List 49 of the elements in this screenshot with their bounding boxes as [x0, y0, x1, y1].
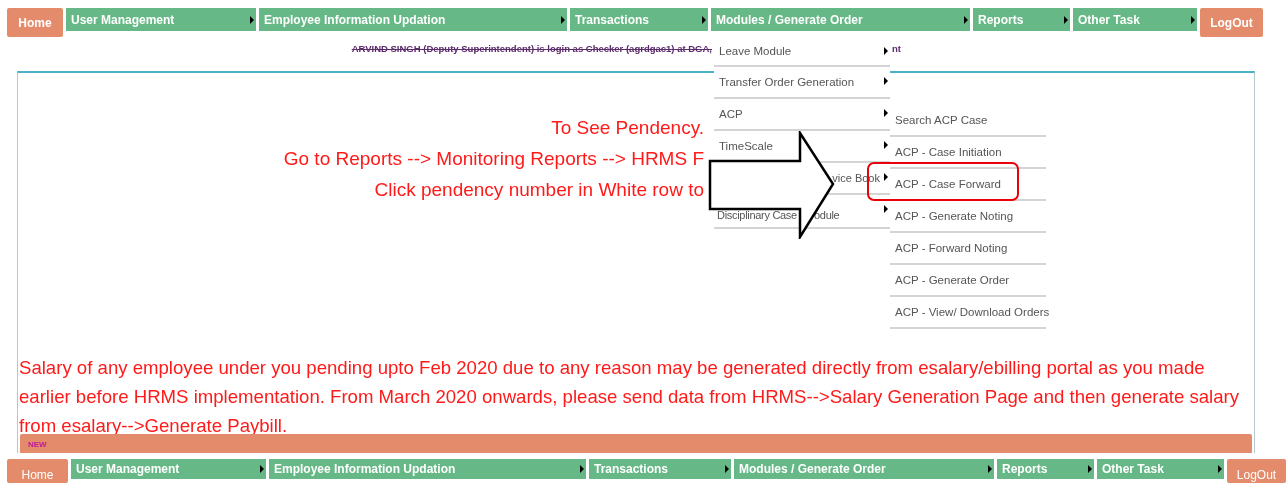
- menu-item[interactable]: ACP - Generate Order: [890, 265, 1046, 297]
- menu-tab[interactable]: Modules / Generate Order: [711, 8, 970, 31]
- caret-icon: [884, 47, 888, 55]
- pendency-instruction: To See Pendency.: [550, 116, 704, 140]
- menu-item[interactable]: Search ACP Case: [890, 105, 1046, 137]
- menu-item[interactable]: ACP - Generate Noting: [890, 201, 1046, 233]
- menu-item[interactable]: Leave Module: [719, 45, 792, 57]
- menu-tab[interactable]: Transactions: [589, 459, 731, 479]
- menu-item[interactable]: Disciplinary Case: [717, 209, 797, 221]
- menu-item-fragment[interactable]: odule: [814, 209, 840, 221]
- menu-tab[interactable]: User Management: [66, 8, 256, 31]
- caret-icon: [725, 465, 729, 473]
- pendency-instruction: Go to Reports --> Monitoring Reports --> HRMS F: [282, 147, 704, 171]
- menu-tab[interactable]: Reports: [997, 459, 1094, 479]
- caret-icon: [702, 15, 706, 24]
- menu-item[interactable]: ACP - Case Forward: [890, 169, 1046, 201]
- menu-tab[interactable]: Other Task: [1097, 459, 1224, 479]
- salary-notice: Salary of any employee under you pending upto Feb 2020 due to any reason may be generated directly from esalary/ebilling portal as you made earlier before HRMS implementation. From March 2020 onwards, please send data from HRMS-->Salary Generation Page and then generate salary from esalary-->Generate Paybill.: [19, 356, 1241, 438]
- menu-item[interactable]: Transfer Order Generation: [719, 76, 855, 88]
- caret-icon: [964, 15, 968, 24]
- caret-icon: [884, 77, 888, 85]
- menu-item[interactable]: ACP - Case Initiation: [890, 137, 1046, 169]
- login-info: ARVIND SINGH (Deputy Superintendent) is login as Checker (agrdgac1) at DGA,: [350, 43, 712, 56]
- menu-item[interactable]: TimeScale: [719, 140, 773, 152]
- caret-icon: [561, 15, 565, 24]
- home-button[interactable]: Home: [7, 8, 63, 37]
- menu-tab[interactable]: Employee Information Updation: [269, 459, 586, 479]
- caret-icon: [260, 465, 264, 473]
- pendency-instruction: Click pendency number in White row to: [373, 178, 704, 202]
- caret-icon: [1191, 15, 1195, 24]
- caret-icon: [580, 465, 584, 473]
- logout-button[interactable]: LogOut: [1200, 8, 1263, 37]
- caret-icon: [1088, 465, 1092, 473]
- menu-tab[interactable]: Transactions: [570, 8, 708, 31]
- menu-tab[interactable]: User Management: [71, 459, 266, 479]
- login-info-tail: nt: [892, 43, 901, 56]
- new-label: NEW: [28, 440, 47, 449]
- menu-item[interactable]: ACP: [719, 108, 743, 120]
- logout-button[interactable]: LogOut: [1227, 459, 1286, 483]
- caret-icon: [1218, 465, 1222, 473]
- caret-icon: [988, 465, 992, 473]
- menu-item[interactable]: ACP - Forward Noting: [890, 233, 1046, 265]
- caret-icon: [1064, 15, 1068, 24]
- menu-tab[interactable]: Reports: [973, 8, 1070, 31]
- menu-tab[interactable]: Other Task: [1073, 8, 1197, 31]
- menu-tab[interactable]: Employee Information Updation: [259, 8, 567, 31]
- menu-tab[interactable]: Modules / Generate Order: [734, 459, 994, 479]
- caret-icon: [250, 15, 254, 24]
- home-button[interactable]: Home: [7, 459, 68, 483]
